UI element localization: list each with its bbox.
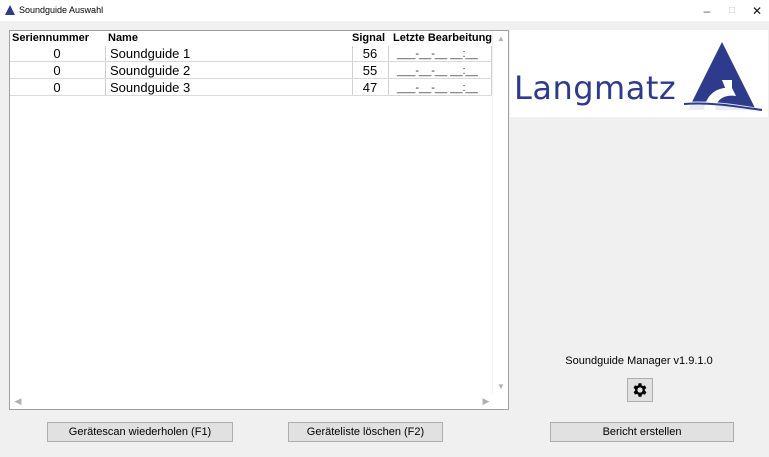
cell-name: Soundguide 3: [110, 80, 191, 95]
cell-signal: 56: [362, 46, 378, 61]
version-label: Soundguide Manager v1.9.1.0: [565, 355, 713, 367]
langmatz-logo-icon: [683, 42, 762, 111]
triangle-logo-icon: [5, 5, 15, 15]
window-title: Soundguide Auswahl: [19, 5, 104, 15]
column-header-last-edit[interactable]: Letzte Bearbeitung: [393, 32, 492, 45]
table-row[interactable]: 0 Soundguide 3 47 ___-__-__ __:__: [10, 80, 492, 96]
cell-signal: 47: [362, 80, 378, 95]
create-report-button[interactable]: Bericht erstellen: [550, 422, 734, 442]
horizontal-scrollbar[interactable]: ◀ ▶: [10, 393, 494, 409]
table-row[interactable]: 0 Soundguide 2 55 ___-__-__ __:__: [10, 63, 492, 79]
clear-device-list-button[interactable]: Geräteliste löschen (F2): [288, 422, 443, 442]
cell-signal: 55: [362, 63, 378, 78]
column-header-serial[interactable]: Seriennummer: [12, 32, 89, 45]
device-list[interactable]: Seriennummer Name Signal Letzte Bearbeit…: [9, 30, 509, 410]
list-header: Seriennummer Name Signal Letzte Bearbeit…: [10, 31, 492, 46]
column-header-name[interactable]: Name: [108, 32, 138, 45]
scrollbar-corner: [492, 393, 508, 409]
cell-serial: 0: [53, 80, 61, 95]
minimize-button[interactable]: –: [695, 0, 719, 22]
cell-serial: 0: [53, 46, 61, 61]
cell-name: Soundguide 1: [110, 46, 191, 61]
vertical-scrollbar[interactable]: ▲ ▼: [492, 31, 508, 395]
cell-last-edit: ___-__-__ __:__: [397, 82, 478, 94]
maximize-button[interactable]: □: [720, 0, 744, 22]
title-bar: Soundguide Auswahl – □ ✕: [0, 0, 769, 22]
cell-last-edit: ___-__-__ __:__: [397, 65, 478, 77]
cell-last-edit: ___-__-__ __:__: [397, 48, 478, 60]
close-button[interactable]: ✕: [745, 0, 769, 22]
table-row[interactable]: 0 Soundguide 1 56 ___-__-__ __:__: [10, 46, 492, 62]
settings-button[interactable]: [627, 378, 653, 402]
column-header-signal[interactable]: Signal: [352, 32, 385, 45]
scroll-up-icon[interactable]: ▲: [493, 31, 508, 47]
gear-icon: [633, 383, 647, 397]
scroll-left-icon[interactable]: ◀: [10, 393, 26, 409]
logo-panel: Langmatz: [510, 30, 768, 117]
cell-serial: 0: [53, 63, 61, 78]
cell-name: Soundguide 2: [110, 63, 191, 78]
logo-text: Langmatz: [514, 69, 677, 107]
rescan-devices-button[interactable]: Gerätescan wiederholen (F1): [47, 422, 233, 442]
